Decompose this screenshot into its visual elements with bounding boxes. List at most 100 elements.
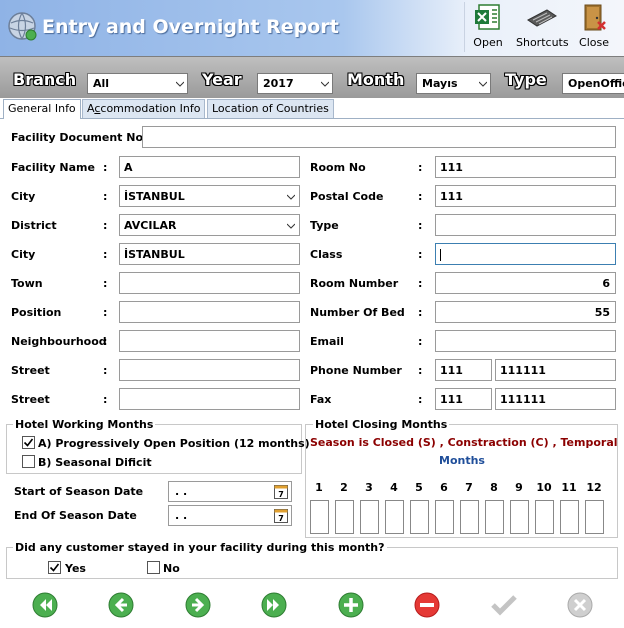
fax-number-input[interactable]: 111111 (495, 388, 616, 410)
end-season-label: End Of Season Date (14, 509, 137, 522)
month-box-3[interactable] (360, 500, 379, 534)
street-label-2: Street (11, 393, 50, 406)
month-box-6[interactable] (435, 500, 454, 534)
colon: : (103, 219, 108, 232)
no-checkbox[interactable] (147, 561, 160, 574)
month-box-7[interactable] (460, 500, 479, 534)
facility-name-label: Facility Name (11, 161, 95, 174)
neighbourhood-input[interactable] (119, 330, 300, 352)
text-caret (440, 249, 441, 261)
email-label: Email (310, 335, 344, 348)
tab-general-info[interactable]: General Info (3, 99, 81, 119)
town-input[interactable] (119, 272, 300, 294)
facility-doc-no-input[interactable] (142, 126, 616, 148)
door-exit-icon (584, 4, 606, 31)
tab-accommodation-info[interactable]: Accommodation Info (82, 99, 206, 118)
type-value: OpenOffice (568, 77, 624, 90)
class-input[interactable] (435, 243, 616, 265)
district-select[interactable]: AVCILAR (119, 214, 300, 236)
start-season-label: Start of Season Date (14, 485, 144, 498)
month-number: 11 (561, 481, 577, 494)
previous-record-icon[interactable] (107, 591, 135, 619)
calendar-icon[interactable]: 7 (274, 508, 288, 523)
next-record-icon[interactable] (184, 591, 212, 619)
phone-area-code-input[interactable]: 111 (435, 359, 492, 381)
months-label: Months (439, 454, 485, 467)
month-box-1[interactable] (310, 500, 329, 534)
fax-label: Fax (310, 393, 332, 406)
number-of-bed-input[interactable]: 55 (435, 301, 616, 323)
facility-doc-no-label: Facility Document No (11, 131, 144, 144)
end-season-value: . . (175, 509, 188, 522)
end-season-date-input[interactable]: . . 7 (168, 505, 292, 526)
class-label: Class (310, 248, 343, 261)
district-label: District (11, 219, 57, 232)
filter-bar: Branch All Year 2017 Month Mayıs Type Op… (0, 56, 624, 98)
street-input-2[interactable] (119, 388, 300, 410)
branch-select[interactable]: All (87, 73, 188, 94)
postal-code-label: Postal Code (310, 190, 384, 203)
month-value: Mayıs (422, 77, 458, 90)
close-button[interactable]: Close (578, 2, 610, 54)
month-number: 6 (440, 481, 448, 494)
svg-text:7: 7 (278, 490, 284, 499)
year-value: 2017 (263, 77, 294, 90)
position-label: Position (11, 306, 62, 319)
colon: : (103, 161, 108, 174)
month-box-8[interactable] (485, 500, 504, 534)
month-box-2[interactable] (335, 500, 354, 534)
room-no-input[interactable]: 111 (435, 156, 616, 178)
facility-name-input[interactable]: A (119, 156, 300, 178)
postal-code-input[interactable]: 111 (435, 185, 616, 207)
room-number-input[interactable]: 6 (435, 272, 616, 294)
type-select[interactable]: OpenOffice (562, 73, 624, 94)
open-button[interactable]: Open (470, 2, 506, 54)
app-globe-icon (8, 12, 37, 41)
no-label: No (163, 562, 180, 575)
calendar-icon[interactable]: 7 (274, 484, 288, 499)
phone-number-label: Phone Number (310, 364, 402, 377)
type-field-label: Type (310, 219, 339, 232)
confirm-icon[interactable] (490, 591, 518, 619)
city-select[interactable]: İSTANBUL (119, 185, 300, 207)
checkmark-icon (23, 438, 34, 447)
month-number: 5 (415, 481, 423, 494)
type-label: Type (505, 70, 547, 89)
option-a-checkbox[interactable] (22, 436, 35, 449)
option-b-checkbox[interactable] (22, 455, 35, 468)
email-input[interactable] (435, 330, 616, 352)
month-select[interactable]: Mayıs (416, 73, 491, 94)
year-label: Year (202, 70, 242, 89)
month-box-9[interactable] (510, 500, 529, 534)
month-box-11[interactable] (560, 500, 579, 534)
yes-checkbox[interactable] (48, 561, 61, 574)
cancel-icon[interactable] (566, 591, 594, 619)
month-box-5[interactable] (410, 500, 429, 534)
phone-number-input[interactable]: 111111 (495, 359, 616, 381)
delete-record-icon[interactable] (413, 591, 441, 619)
number-of-bed-label: Number Of Bed (310, 306, 405, 319)
type-input[interactable] (435, 214, 616, 236)
month-number: 9 (515, 481, 523, 494)
first-record-icon[interactable] (31, 591, 59, 619)
option-a-label: A) Progressively Open Position (12 month… (38, 437, 310, 450)
colon: : (418, 190, 423, 203)
last-record-icon[interactable] (260, 591, 288, 619)
fax-area-code-input[interactable]: 111 (435, 388, 492, 410)
year-select[interactable]: 2017 (257, 73, 333, 94)
add-record-icon[interactable] (337, 591, 365, 619)
street-input[interactable] (119, 359, 300, 381)
city-input-2[interactable]: İSTANBUL (119, 243, 300, 265)
month-number: 2 (340, 481, 348, 494)
month-box-12[interactable] (585, 500, 604, 534)
month-number: 8 (490, 481, 498, 494)
shortcuts-button[interactable]: Shortcuts (516, 2, 569, 54)
tab-location-of-countries[interactable]: Location of Countries (207, 99, 334, 118)
month-box-10[interactable] (535, 500, 554, 534)
colon: : (418, 393, 423, 406)
colon: : (418, 335, 423, 348)
city-value: İSTANBUL (124, 190, 185, 203)
position-input[interactable] (119, 301, 300, 323)
start-season-date-input[interactable]: . . 7 (168, 481, 292, 502)
month-box-4[interactable] (385, 500, 404, 534)
